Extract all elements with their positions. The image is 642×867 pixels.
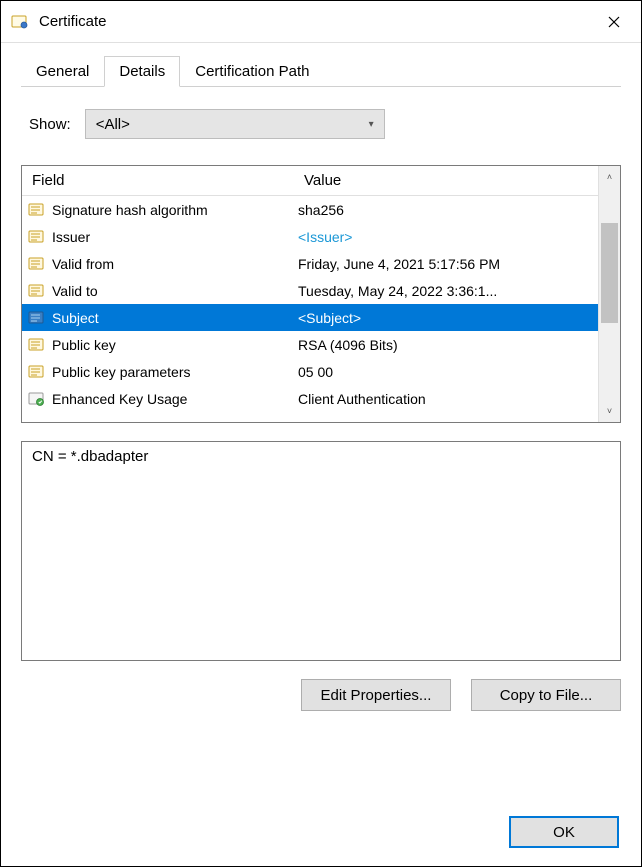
vertical-scrollbar[interactable]: ˄ ˅ — [598, 166, 620, 422]
field-name: Enhanced Key Usage — [52, 391, 187, 407]
ok-button[interactable]: OK — [509, 816, 619, 848]
chevron-down-icon: ▾ — [369, 119, 374, 130]
list-row[interactable]: Valid from Friday, June 4, 2021 5:17:56 P… — [22, 250, 598, 277]
cell-field: Subject — [22, 310, 294, 326]
cell-field: Issuer — [22, 229, 294, 245]
field-name: Signature hash algorithm — [52, 202, 208, 218]
show-dropdown[interactable]: <All> ▾ — [85, 109, 385, 139]
show-selected-value: <All> — [96, 116, 130, 133]
copy-to-file-button[interactable]: Copy to File... — [471, 679, 621, 711]
certificate-property-icon — [28, 256, 46, 272]
field-name: Public key parameters — [52, 364, 191, 380]
tab-certification-path[interactable]: Certification Path — [180, 56, 324, 87]
tab-details[interactable]: Details — [104, 56, 180, 87]
dialog-content: General Details Certification Path Show:… — [1, 43, 641, 729]
certificate-property-icon — [28, 283, 46, 299]
list-row[interactable]: Valid to Tuesday, May 24, 2022 3:36:1... — [22, 277, 598, 304]
field-detail-textbox[interactable]: CN = *.dbadapter — [21, 441, 621, 661]
cell-field: Signature hash algorithm — [22, 202, 294, 218]
field-value: <Issuer> — [294, 229, 598, 245]
list-row[interactable]: Public key RSA (4096 Bits) — [22, 331, 598, 358]
scroll-track[interactable] — [599, 188, 620, 400]
list-row[interactable]: Signature hash algorithm sha256 — [22, 196, 598, 223]
scroll-down-arrow-icon[interactable]: ˅ — [599, 400, 620, 422]
field-value: 05 00 — [294, 364, 598, 380]
certificate-property-icon — [28, 229, 46, 245]
fields-list: Field Value Signature hash algorithm sha2… — [21, 165, 621, 423]
scroll-up-arrow-icon[interactable]: ˄ — [599, 166, 620, 188]
column-header-field[interactable]: Field — [22, 172, 294, 189]
scroll-thumb[interactable] — [601, 223, 618, 323]
close-icon — [608, 16, 620, 28]
field-name: Public key — [52, 337, 116, 353]
list-row[interactable]: Subject <Subject> — [22, 304, 598, 331]
action-button-row: Edit Properties... Copy to File... — [21, 679, 621, 711]
certificate-property-icon — [28, 202, 46, 218]
column-header-value[interactable]: Value — [294, 172, 598, 189]
cell-field: Valid from — [22, 256, 294, 272]
field-value: Tuesday, May 24, 2022 3:36:1... — [294, 283, 598, 299]
close-button[interactable] — [591, 6, 637, 38]
list-row[interactable]: Public key parameters 05 00 — [22, 358, 598, 385]
certificate-app-icon — [11, 13, 29, 31]
field-value: RSA (4096 Bits) — [294, 337, 598, 353]
field-name: Valid from — [52, 256, 114, 272]
cell-field: Enhanced Key Usage — [22, 391, 294, 407]
list-header: Field Value — [22, 166, 598, 196]
cell-field: Public key — [22, 337, 294, 353]
extension-property-icon — [28, 391, 46, 407]
field-value: sha256 — [294, 202, 598, 218]
titlebar: Certificate — [1, 1, 641, 43]
window-title: Certificate — [39, 13, 591, 30]
show-label: Show: — [29, 116, 71, 133]
tab-general[interactable]: General — [21, 56, 104, 87]
field-value: Client Authentication — [294, 391, 598, 407]
field-value: Friday, June 4, 2021 5:17:56 PM — [294, 256, 598, 272]
field-name: Subject — [52, 310, 99, 326]
field-name: Issuer — [52, 229, 90, 245]
cell-field: Valid to — [22, 283, 294, 299]
list-row[interactable]: Enhanced Key Usage Client Authentication — [22, 385, 598, 412]
certificate-property-icon — [28, 337, 46, 353]
field-detail-text: CN = *.dbadapter — [32, 448, 148, 465]
show-filter-row: Show: <All> ▾ — [21, 109, 621, 139]
certificate-property-icon — [28, 364, 46, 380]
certificate-property-icon — [28, 310, 46, 326]
cell-field: Public key parameters — [22, 364, 294, 380]
dialog-footer: OK — [509, 816, 619, 848]
list-row[interactable]: Issuer <Issuer> — [22, 223, 598, 250]
field-name: Valid to — [52, 283, 98, 299]
tab-strip: General Details Certification Path — [21, 55, 621, 87]
field-value: <Subject> — [294, 310, 598, 326]
edit-properties-button[interactable]: Edit Properties... — [301, 679, 451, 711]
